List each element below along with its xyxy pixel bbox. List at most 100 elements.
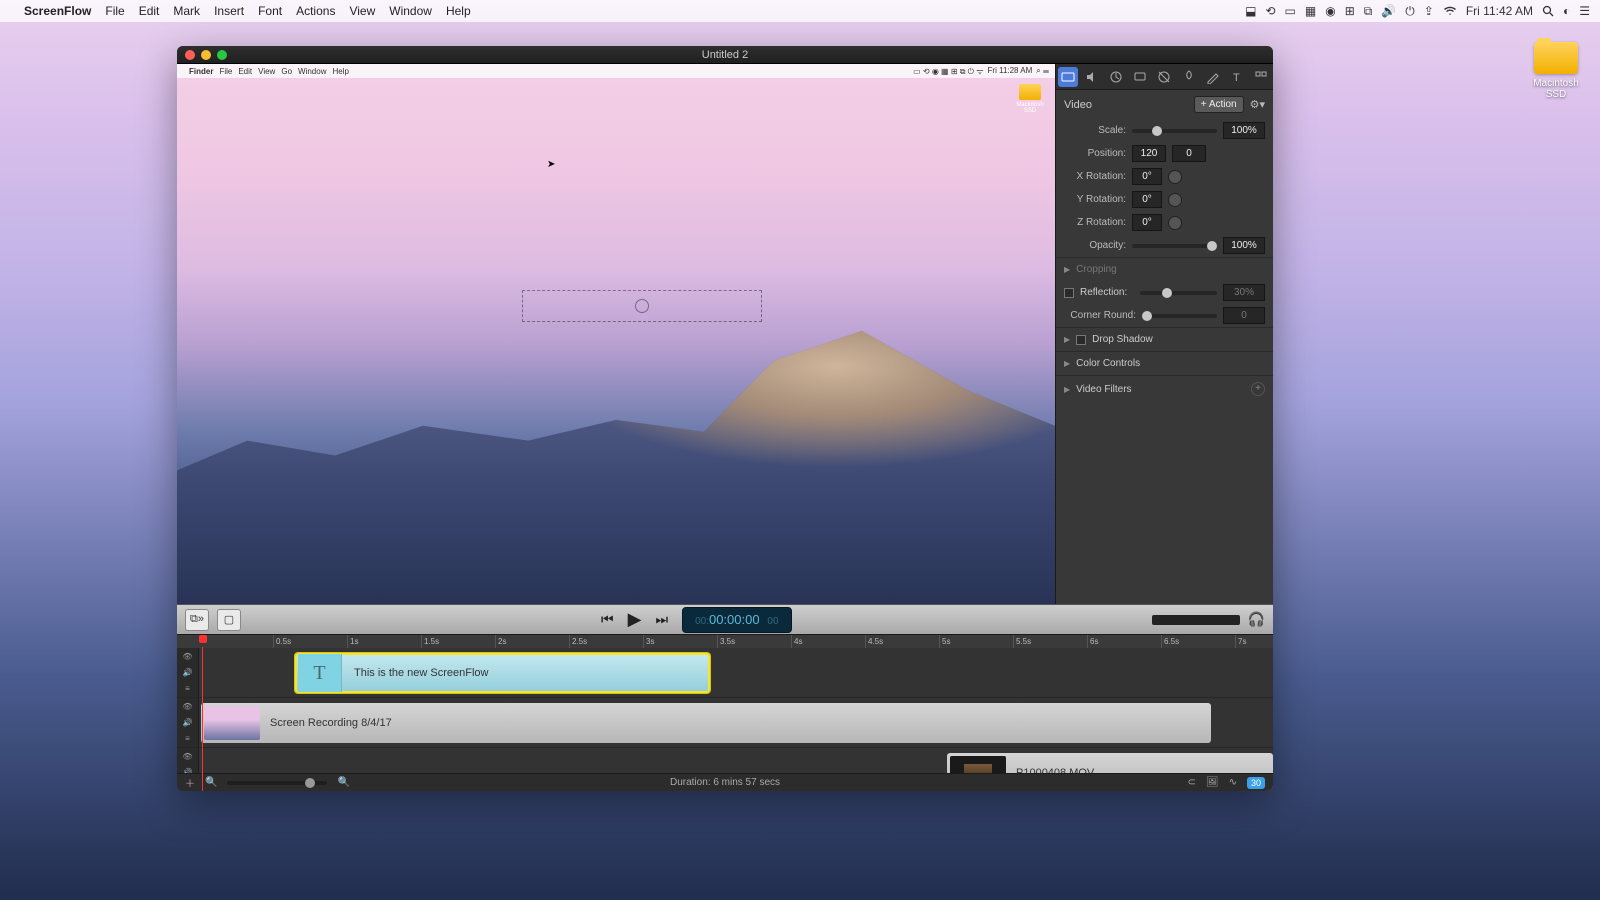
canvas-area[interactable]: Finder File Edit View Go Window Help ▭ ⟲… (177, 64, 1055, 604)
dropshadow-checkbox[interactable] (1076, 335, 1086, 345)
menu-font[interactable]: Font (258, 4, 282, 18)
timeline-ruler[interactable]: 0.5s 1s 1.5s 2s 2.5s 3s 3.5s 4s 4.5s 5s … (177, 634, 1273, 648)
text-selection-box[interactable] (522, 290, 762, 322)
status-spotlight-icon[interactable] (1542, 5, 1554, 17)
menu-file[interactable]: File (105, 4, 124, 18)
tab-media[interactable] (1251, 67, 1271, 87)
add-action-button[interactable]: + Action (1194, 96, 1244, 113)
status-notifications-icon[interactable]: ☰ (1579, 4, 1590, 18)
yrot-input[interactable] (1132, 191, 1162, 208)
scale-slider[interactable] (1132, 129, 1217, 133)
inspector-gear-icon[interactable]: ⚙▾ (1250, 98, 1265, 111)
corner-value[interactable]: 0 (1223, 307, 1265, 324)
zoom-in-icon[interactable]: 🔍 (337, 777, 349, 788)
desktop-drive-icon[interactable]: Macintosh SSD (1526, 42, 1586, 100)
track-visible-icon[interactable]: 👁 (182, 652, 192, 661)
menu-view[interactable]: View (349, 4, 375, 18)
position-y-input[interactable] (1172, 145, 1206, 162)
status-siri-icon[interactable]: ◐ (1563, 4, 1570, 18)
zrot-dial[interactable] (1168, 216, 1182, 230)
colorcontrols-section[interactable]: ▶ Color Controls (1056, 351, 1273, 375)
menu-help[interactable]: Help (446, 4, 471, 18)
yrot-dial[interactable] (1168, 193, 1182, 207)
next-button[interactable]: ⏭ (655, 611, 668, 628)
reflection-slider[interactable] (1140, 291, 1217, 295)
recorded-menubar: Finder File Edit View Go Window Help ▭ ⟲… (177, 64, 1055, 78)
timeline[interactable]: 👁 🔊 ≡ T This is the new ScreenFlow 👁 🔊 ≡ Scr… (177, 648, 1273, 791)
scale-value[interactable]: 100% (1223, 122, 1265, 139)
magnet-icon[interactable]: ⊂ (1188, 777, 1196, 788)
menu-mark[interactable]: Mark (173, 4, 200, 18)
videofilters-section[interactable]: ▶ Video Filters + (1056, 375, 1273, 402)
status-app2-icon[interactable]: ⊞ (1345, 4, 1355, 18)
status-cc-icon[interactable]: ⧉ (1364, 4, 1373, 19)
track-controls[interactable]: 👁 🔊 ≡ (177, 698, 199, 747)
zoom-button[interactable] (217, 50, 227, 60)
status-airplay-icon[interactable]: ⇪ (1424, 4, 1434, 18)
window-titlebar[interactable]: Untitled 2 (177, 46, 1273, 64)
status-power-icon[interactable]: ⏻ (1405, 4, 1415, 19)
tab-pen[interactable] (1203, 67, 1223, 87)
headphones-icon[interactable]: 🎧 (1248, 611, 1265, 628)
tab-callout[interactable] (1130, 67, 1150, 87)
zoom-slider[interactable] (227, 781, 327, 785)
status-wifi-icon[interactable] (1443, 6, 1457, 16)
track-audio-icon[interactable]: 🔊 (183, 668, 193, 677)
menu-insert[interactable]: Insert (214, 4, 244, 18)
xrot-dial[interactable] (1168, 170, 1182, 184)
track-audio-icon[interactable]: 🔊 (183, 718, 193, 727)
status-app1-icon[interactable]: ◉ (1325, 4, 1335, 18)
status-calendar-icon[interactable]: ▦ (1305, 4, 1316, 18)
position-x-input[interactable] (1132, 145, 1166, 162)
track-menu-icon[interactable]: ≡ (185, 684, 190, 693)
reflection-checkbox[interactable] (1064, 288, 1074, 298)
status-sync-icon[interactable]: ⟲ (1265, 4, 1275, 18)
tab-annotations[interactable] (1179, 67, 1199, 87)
ruler-tick: 5s (939, 635, 950, 648)
close-button[interactable] (185, 50, 195, 60)
app-name[interactable]: ScreenFlow (24, 4, 91, 18)
track-visible-icon[interactable]: 👁 (182, 752, 192, 761)
corner-slider[interactable] (1142, 314, 1217, 318)
screen-clip[interactable]: Screen Recording 8/4/17 (201, 703, 1211, 743)
menu-actions[interactable]: Actions (296, 4, 335, 18)
track-controls[interactable]: 👁 🔊 ≡ (177, 648, 199, 697)
add-filter-button[interactable]: + (1251, 382, 1265, 396)
status-display-icon[interactable]: ▭ (1285, 4, 1296, 18)
dropshadow-section[interactable]: ▶ Drop Shadow (1056, 327, 1273, 351)
track-visible-icon[interactable]: 👁 (182, 702, 192, 711)
menu-edit[interactable]: Edit (139, 4, 160, 18)
crop-button[interactable]: ▢ (217, 609, 241, 631)
tab-audio[interactable] (1082, 67, 1102, 87)
tab-touch[interactable] (1154, 67, 1174, 87)
timeline-track-1[interactable]: 👁 🔊 ≡ T This is the new ScreenFlow (177, 648, 1273, 698)
status-volume-icon[interactable]: 🔊 (1381, 4, 1396, 18)
zrot-input[interactable] (1132, 214, 1162, 231)
xrot-input[interactable] (1132, 168, 1162, 185)
status-clock[interactable]: Fri 11:42 AM (1466, 4, 1533, 18)
tab-screenrec[interactable] (1106, 67, 1126, 87)
tab-video[interactable] (1058, 67, 1078, 87)
time-display[interactable]: 00:00:00:00 00 (682, 607, 791, 633)
tab-text[interactable]: T (1227, 67, 1247, 87)
prev-button[interactable]: ⏮ (601, 611, 614, 628)
menu-window[interactable]: Window (389, 4, 432, 18)
layers-button[interactable]: ⧉» (185, 609, 209, 631)
timeline-track-2[interactable]: 👁 🔊 ≡ Screen Recording 8/4/17 (177, 698, 1273, 748)
status-dropbox-icon[interactable]: ⬓ (1245, 4, 1256, 18)
reflection-value[interactable]: 30% (1223, 284, 1265, 301)
audio-wave-icon[interactable]: ∿ (1229, 777, 1237, 788)
playhead[interactable] (199, 635, 207, 643)
fps-badge[interactable]: 30 (1247, 777, 1265, 789)
opacity-slider[interactable] (1132, 244, 1217, 248)
picture-icon[interactable]: 🖼 (1206, 777, 1219, 788)
track-menu-icon[interactable]: ≡ (185, 734, 190, 743)
cropping-section[interactable]: ▶ Cropping (1056, 257, 1273, 281)
add-track-button[interactable]: ＋ (185, 775, 195, 790)
zoom-out-icon[interactable]: 🔍 (205, 777, 217, 788)
text-clip[interactable]: T This is the new ScreenFlow (295, 653, 710, 693)
minimize-button[interactable] (201, 50, 211, 60)
rotate-handle-icon[interactable] (635, 299, 649, 313)
opacity-value[interactable]: 100% (1223, 237, 1265, 254)
play-button[interactable]: ▶ (628, 609, 642, 630)
